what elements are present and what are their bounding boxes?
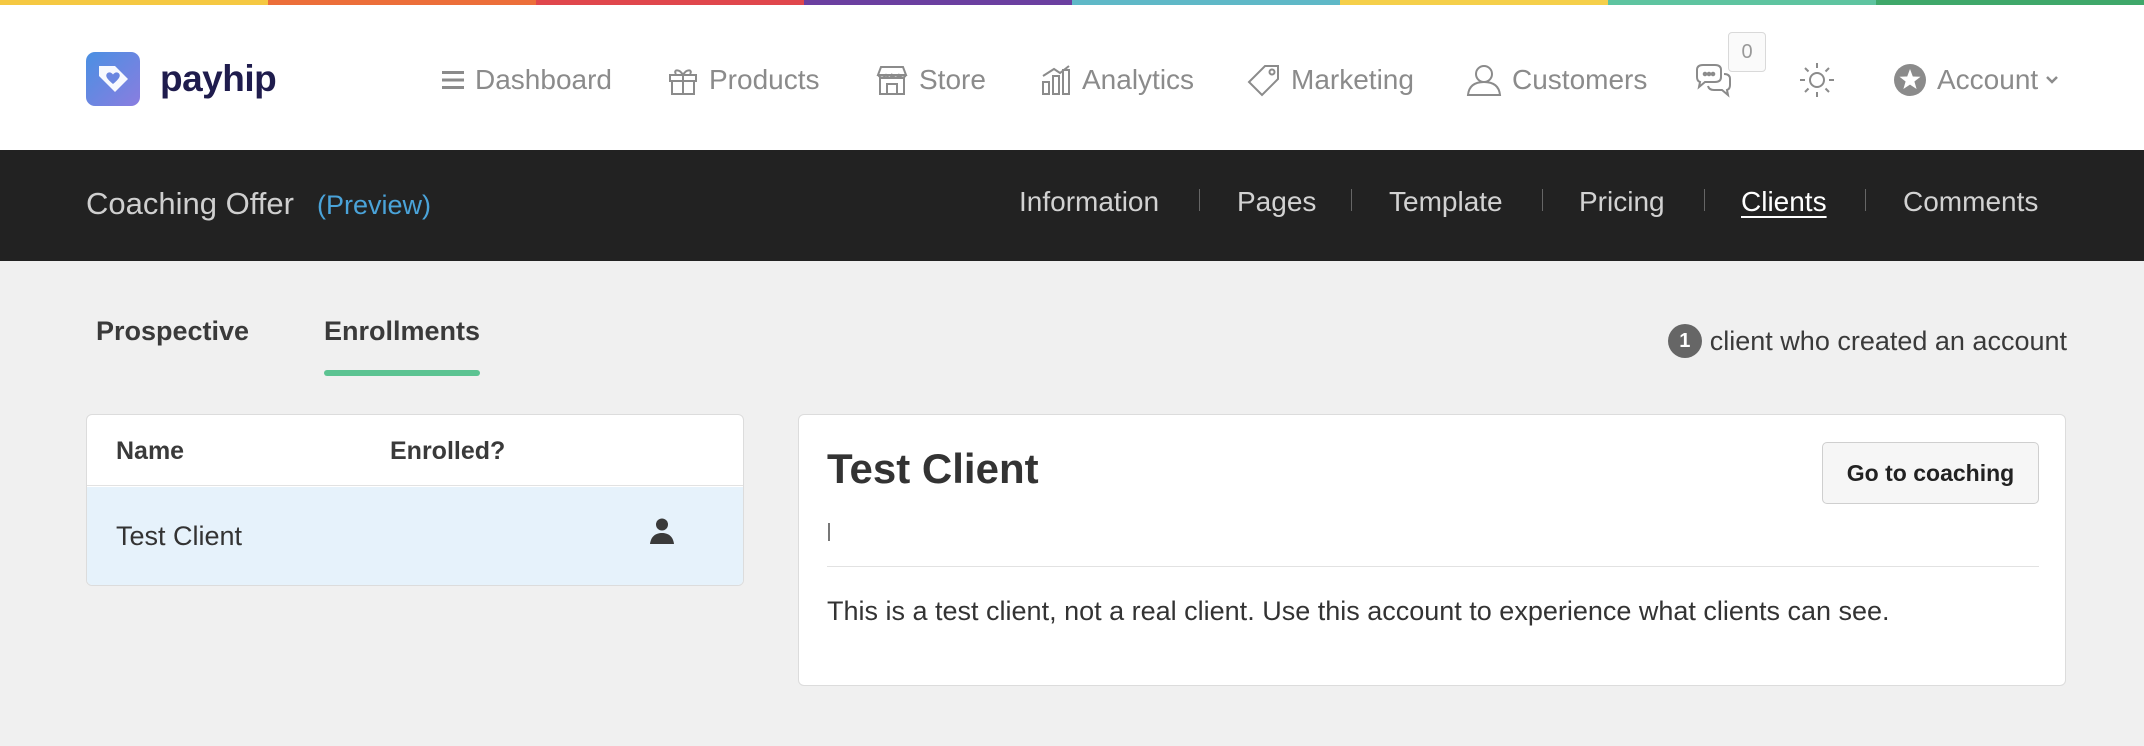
- tab-pricing[interactable]: Pricing: [1579, 186, 1665, 218]
- menu-icon: [442, 71, 464, 89]
- nav-label: Store: [919, 64, 986, 95]
- client-detail-panel: Test Client Go to coaching This is a tes…: [798, 414, 2066, 686]
- tab-template[interactable]: Template: [1389, 186, 1503, 218]
- text-cursor-mark: [828, 523, 830, 541]
- column-header-name: Name: [116, 437, 185, 465]
- tab-comments[interactable]: Comments: [1903, 186, 2038, 218]
- chat-bubbles-icon: [1696, 64, 1731, 98]
- clients-table: Name Enrolled? Test Client: [86, 414, 744, 586]
- nav-label: Customers: [1512, 64, 1648, 95]
- nav-label: Products: [709, 64, 820, 95]
- sun-icon: [1800, 63, 1834, 97]
- nav-analytics[interactable]: Analytics: [1040, 58, 1194, 102]
- tab-separator: [1704, 189, 1705, 211]
- nav-label: Dashboard: [475, 64, 612, 95]
- nav-store[interactable]: Store: [875, 58, 986, 102]
- nav-products[interactable]: Products: [667, 58, 820, 102]
- top-navigation: payhip Dashboard Products Store Analytic…: [0, 5, 2144, 150]
- message-count-badge: 0: [1728, 32, 1766, 72]
- tab-clients[interactable]: Clients: [1741, 186, 1827, 218]
- client-description: This is a test client, not a real client…: [827, 596, 1890, 626]
- table-row[interactable]: Test Client: [87, 487, 743, 585]
- user-icon: [1466, 65, 1502, 96]
- go-to-coaching-button[interactable]: Go to coaching: [1822, 442, 2039, 504]
- chart-icon: [1042, 65, 1070, 95]
- tab-separator: [1199, 189, 1200, 211]
- product-title: Coaching Offer: [86, 186, 294, 221]
- preview-link[interactable]: (Preview): [317, 190, 431, 221]
- tab-prospective[interactable]: Prospective: [96, 316, 249, 347]
- nav-label: Analytics: [1082, 64, 1195, 95]
- account-label: Account: [1937, 64, 2039, 95]
- gift-icon: [669, 69, 697, 95]
- person-icon: [650, 518, 674, 544]
- tag-icon: [1247, 65, 1279, 97]
- nav-label: Marketing: [1291, 64, 1414, 95]
- tab-separator: [1351, 189, 1352, 211]
- detail-divider: [827, 566, 2039, 567]
- nav-customers[interactable]: Customers: [1466, 58, 1647, 102]
- chevron-down-icon: [2046, 76, 2059, 84]
- client-name-cell: Test Client: [116, 521, 243, 551]
- store-icon: [876, 66, 908, 95]
- heart-tag-icon: [86, 52, 140, 106]
- nav-dashboard[interactable]: Dashboard: [441, 58, 612, 102]
- client-count-badge: 1: [1667, 324, 1702, 358]
- client-detail-name: Test Client: [827, 445, 1039, 492]
- tab-separator: [1865, 189, 1866, 211]
- tab-pages[interactable]: Pages: [1237, 186, 1316, 218]
- client-count-summary: 1 client who created an account: [1667, 324, 2067, 358]
- tab-separator: [1542, 189, 1543, 211]
- account-menu[interactable]: Account: [1893, 58, 2060, 102]
- active-tab-indicator: [324, 370, 480, 376]
- column-header-enrolled: Enrolled?: [390, 437, 506, 465]
- payhip-logo[interactable]: payhip: [86, 52, 277, 106]
- table-header: Name Enrolled?: [87, 415, 743, 486]
- account-star-icon: [1894, 64, 1926, 96]
- theme-toggle-button[interactable]: [1798, 58, 1846, 102]
- brand-name: payhip: [160, 58, 277, 99]
- tab-information[interactable]: Information: [1019, 186, 1159, 218]
- client-count-text: client who created an account: [1709, 325, 2067, 356]
- product-subnav: Coaching Offer (Preview) Information Pag…: [0, 150, 2144, 261]
- tab-enrollments[interactable]: Enrollments: [324, 316, 480, 347]
- nav-marketing[interactable]: Marketing: [1247, 58, 1414, 102]
